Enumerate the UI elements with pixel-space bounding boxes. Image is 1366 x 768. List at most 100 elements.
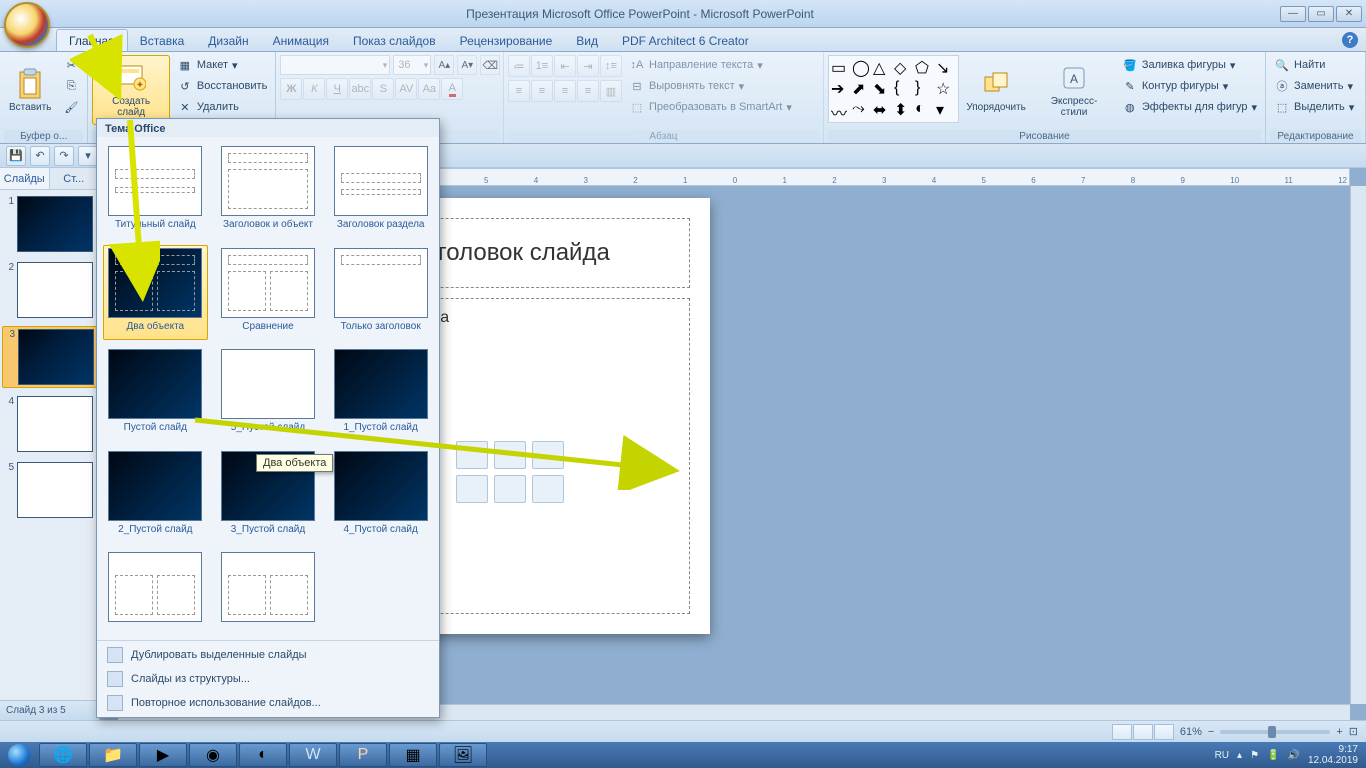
tab-animation[interactable]: Анимация	[261, 30, 341, 51]
taskbar-ie[interactable]: 🌐	[39, 743, 87, 767]
slideshow-view-button[interactable]	[1154, 724, 1174, 740]
slides-from-outline-item[interactable]: Слайды из структуры...	[97, 667, 439, 691]
undo-button[interactable]: ↶	[30, 146, 50, 166]
qat-customize[interactable]: ▾	[78, 146, 98, 166]
shape-fill-button[interactable]: 🪣Заливка фигуры ▾	[1118, 55, 1261, 75]
font-size-combo[interactable]: 36	[393, 55, 431, 75]
taskbar-app3[interactable]: 🖼	[439, 743, 487, 767]
layout-option-13[interactable]	[216, 549, 321, 634]
system-tray[interactable]: RU ▴ ⚑ 🔋 🔊 9:17 12.04.2019	[1215, 744, 1366, 766]
format-painter-button[interactable]: 🖌	[59, 97, 83, 117]
shape-outline-button[interactable]: ✎Контур фигуры ▾	[1118, 76, 1261, 96]
layout-option-9[interactable]: 2_Пустой слайд	[103, 448, 208, 544]
zoom-slider[interactable]	[1220, 730, 1330, 734]
insert-picture-icon[interactable]	[456, 475, 488, 503]
align-center-button[interactable]: ≡	[531, 80, 553, 102]
font-family-combo[interactable]	[280, 55, 390, 75]
shrink-font-button[interactable]: A▾	[457, 55, 477, 75]
start-button[interactable]	[0, 742, 38, 768]
bullets-button[interactable]: ≔	[508, 55, 530, 77]
taskbar-word[interactable]: W	[289, 743, 337, 767]
indent-inc-button[interactable]: ⇥	[577, 55, 599, 77]
reset-button[interactable]: ↺Восстановить	[173, 76, 271, 96]
thumbnail-4[interactable]: 4	[2, 394, 97, 454]
layout-option-11[interactable]: 4_Пустой слайд	[328, 448, 433, 544]
layout-option-5[interactable]: Только заголовок	[328, 245, 433, 341]
thumbnail-5[interactable]: 5	[2, 460, 97, 520]
layout-option-2[interactable]: Заголовок раздела	[328, 143, 433, 239]
tab-review[interactable]: Рецензирование	[448, 30, 565, 51]
grow-font-button[interactable]: A▴	[434, 55, 454, 75]
cut-button[interactable]: ✂	[59, 55, 83, 75]
align-right-button[interactable]: ≡	[554, 80, 576, 102]
shapes-gallery[interactable]: ▭◯△◇⬠↘ ➔⬈⬊{}☆ 〰⤳⬌⬍◐▾	[828, 55, 959, 123]
new-slide-button[interactable]: ✦ Создать слайд	[92, 55, 169, 125]
normal-view-button[interactable]	[1112, 724, 1132, 740]
strike-button[interactable]: abc	[349, 78, 371, 100]
case-button[interactable]: Aa	[418, 78, 440, 100]
shape-effects-button[interactable]: ◍Эффекты для фигур ▾	[1118, 97, 1261, 117]
numbering-button[interactable]: 1≡	[531, 55, 553, 77]
bold-button[interactable]: Ж	[280, 78, 302, 100]
fit-window-button[interactable]: ⊡	[1349, 725, 1358, 738]
arrange-button[interactable]: Упорядочить	[962, 55, 1030, 125]
find-button[interactable]: 🔍Найти	[1270, 55, 1358, 75]
clear-format-button[interactable]: ⌫	[480, 55, 500, 75]
duplicate-slides-item[interactable]: Дублировать выделенные слайды	[97, 643, 439, 667]
outline-tab[interactable]: Ст...	[50, 168, 100, 189]
underline-button[interactable]: Ч	[326, 78, 348, 100]
taskbar-powerpoint[interactable]: P	[339, 743, 387, 767]
tray-icon-4[interactable]: 🔊	[1287, 750, 1299, 761]
font-color-button[interactable]: A	[441, 78, 463, 100]
zoom-in-button[interactable]: +	[1336, 726, 1342, 738]
layout-button[interactable]: ▦Макет ▾	[173, 55, 271, 75]
paste-button[interactable]: Вставить	[4, 55, 56, 125]
taskbar-app2[interactable]: ▦	[389, 743, 437, 767]
tray-icon-2[interactable]: ⚑	[1250, 750, 1259, 761]
text-direction-button[interactable]: ↕AНаправление текста ▾	[625, 55, 796, 75]
layout-option-0[interactable]: Титульный слайд	[103, 143, 208, 239]
close-button[interactable]: ✕	[1336, 6, 1362, 22]
maximize-button[interactable]: ▭	[1308, 6, 1334, 22]
tab-insert[interactable]: Вставка	[128, 30, 197, 51]
tab-home[interactable]: Главная	[56, 29, 128, 51]
layout-option-3[interactable]: Два объекта	[103, 245, 208, 341]
taskbar-chrome[interactable]: ◉	[189, 743, 237, 767]
layout-option-1[interactable]: Заголовок и объект	[216, 143, 321, 239]
layout-option-8[interactable]: 1_Пустой слайд	[328, 346, 433, 442]
shadow-button[interactable]: S	[372, 78, 394, 100]
insert-table-icon[interactable]	[456, 441, 488, 469]
layout-option-6[interactable]: Пустой слайд	[103, 346, 208, 442]
delete-slide-button[interactable]: ✕Удалить	[173, 97, 271, 117]
tab-slideshow[interactable]: Показ слайдов	[341, 30, 448, 51]
copy-button[interactable]: ⎘	[59, 76, 83, 96]
minimize-button[interactable]: —	[1280, 6, 1306, 22]
tray-icon-3[interactable]: 🔋	[1267, 750, 1279, 761]
office-button[interactable]	[4, 2, 50, 48]
redo-button[interactable]: ↷	[54, 146, 74, 166]
vertical-scrollbar[interactable]	[1350, 186, 1366, 704]
save-button[interactable]: 💾	[6, 146, 26, 166]
tab-pdf[interactable]: PDF Architect 6 Creator	[610, 30, 761, 51]
columns-button[interactable]: ▥	[600, 80, 622, 102]
spacing-button[interactable]: AV	[395, 78, 417, 100]
insert-clipart-icon[interactable]	[494, 475, 526, 503]
zoom-out-button[interactable]: −	[1208, 726, 1214, 738]
slides-tab[interactable]: Слайды	[0, 168, 50, 189]
tray-icon-1[interactable]: ▴	[1237, 750, 1242, 761]
line-spacing-button[interactable]: ↕≡	[600, 55, 622, 77]
replace-button[interactable]: ⓐЗаменить ▾	[1270, 76, 1358, 96]
tab-view[interactable]: Вид	[564, 30, 610, 51]
quick-styles-button[interactable]: A Экспресс-стили	[1033, 55, 1115, 125]
reuse-slides-item[interactable]: Повторное использование слайдов...	[97, 691, 439, 715]
layout-option-12[interactable]	[103, 549, 208, 634]
italic-button[interactable]: К	[303, 78, 325, 100]
taskbar-wmp[interactable]: ▶	[139, 743, 187, 767]
content-type-icons[interactable]	[456, 441, 564, 503]
thumbnail-3[interactable]: 3	[2, 326, 97, 388]
sorter-view-button[interactable]	[1133, 724, 1153, 740]
tab-design[interactable]: Дизайн	[196, 30, 260, 51]
thumbnail-2[interactable]: 2	[2, 260, 97, 320]
justify-button[interactable]: ≡	[577, 80, 599, 102]
thumbnail-list[interactable]: 1 2 3 4 5	[0, 190, 99, 700]
